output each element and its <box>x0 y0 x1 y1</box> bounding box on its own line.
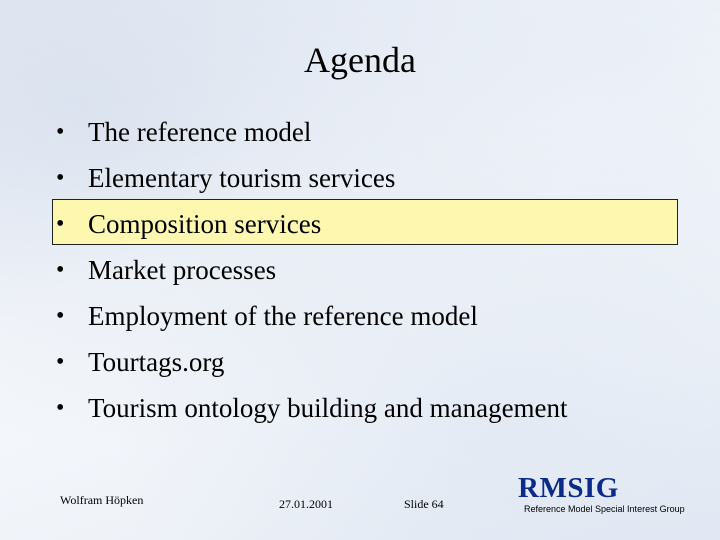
footer-date: 27.01.2001 <box>279 497 333 511</box>
agenda-item-label: Composition services <box>88 209 322 239</box>
agenda-item: • Tourism ontology building and managemen… <box>48 389 688 435</box>
agenda-item-label: Tourtags.org <box>88 347 225 377</box>
agenda-item: • Elementary tourism services <box>48 159 688 205</box>
bullet-icon: • <box>56 395 65 421</box>
agenda-item-label: The reference model <box>88 117 312 147</box>
agenda-item-label: Employment of the reference model <box>88 301 478 331</box>
agenda-item: • The reference model <box>48 113 688 159</box>
logo-subtitle: Reference Model Special Interest Group <box>524 504 685 514</box>
bullet-icon: • <box>56 211 65 237</box>
rmsig-logo: RMSIG Reference Model Special Interest G… <box>518 472 685 514</box>
bullet-icon: • <box>56 257 65 283</box>
slide-title: Agenda <box>304 40 416 80</box>
agenda-item: • Employment of the reference model <box>48 297 688 343</box>
agenda-item: • Market processes <box>48 251 688 297</box>
agenda-item-label: Elementary tourism services <box>88 163 396 193</box>
bullet-icon: • <box>56 165 65 191</box>
agenda-list: • The reference model • Elementary tourism… <box>48 113 688 435</box>
agenda-item-label: Tourism ontology building and management <box>88 393 568 423</box>
footer-slide-number: Slide 64 <box>404 497 444 511</box>
agenda-item-label: Market processes <box>88 255 277 285</box>
bullet-icon: • <box>56 303 65 329</box>
footer-author: Wolfram Höpken <box>60 493 144 507</box>
agenda-item: • Tourtags.org <box>48 343 688 389</box>
bullet-icon: • <box>56 119 65 145</box>
slide: Agenda • The reference model • Elementary … <box>0 0 720 540</box>
logo-title: RMSIG <box>518 472 619 504</box>
bullet-icon: • <box>56 349 65 375</box>
agenda-item-highlighted: • Composition services <box>48 205 688 251</box>
